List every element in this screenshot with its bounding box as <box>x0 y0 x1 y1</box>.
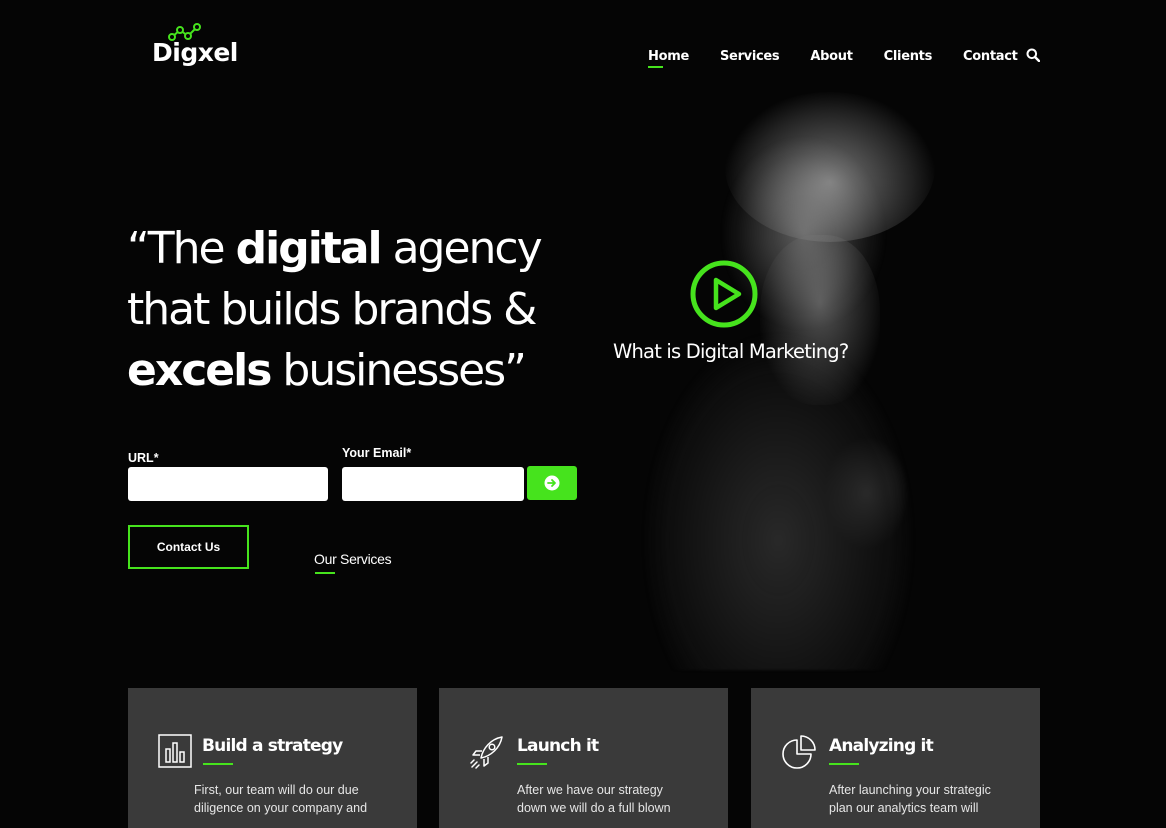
brand-logo[interactable]: Digxel <box>152 23 238 67</box>
card-text: After we have our strategy down we will … <box>517 783 671 815</box>
headline-line3: excels businesses” <box>127 345 527 396</box>
headline-line2: that builds brands & <box>127 284 537 335</box>
nav-clients[interactable]: Clients <box>884 49 933 64</box>
bar-chart-icon <box>158 734 192 768</box>
url-input[interactable] <box>128 467 328 501</box>
card-text: First, our team will do our due diligenc… <box>194 783 368 815</box>
hero-headline: “The digital agency that builds brands &… <box>127 218 587 401</box>
nav-services[interactable]: Services <box>720 49 780 64</box>
headline-line1: “The digital agency <box>127 223 543 274</box>
card-title: Launch it <box>517 736 599 756</box>
feature-card-launch: Launch it After we have our strategy dow… <box>439 688 728 828</box>
rocket-icon <box>470 736 503 769</box>
video-caption[interactable]: What is Digital Marketing? <box>613 340 849 363</box>
url-label: URL* <box>128 451 159 465</box>
main-nav: Home Services About Clients Contact <box>648 49 1018 68</box>
search-icon[interactable] <box>1026 48 1040 62</box>
nav-contact[interactable]: Contact <box>963 49 1018 64</box>
feature-card-analyzing: Analyzing it After launching your strate… <box>751 688 1040 828</box>
card-underline <box>829 763 859 765</box>
card-underline <box>517 763 547 765</box>
nav-home[interactable]: Home <box>648 49 689 68</box>
logo-text: Digxel <box>152 38 238 67</box>
arrow-right-circle-icon <box>544 475 560 491</box>
email-label: Your Email* <box>342 446 412 460</box>
play-circle-icon[interactable] <box>689 259 759 329</box>
card-title: Build a strategy <box>202 736 343 756</box>
card-title: Analyzing it <box>829 736 934 756</box>
submit-button[interactable] <box>527 466 577 500</box>
services-underline <box>315 572 335 574</box>
contact-us-button[interactable]: Contact Us <box>128 525 249 569</box>
card-underline <box>203 763 233 765</box>
pie-chart-icon <box>782 735 816 769</box>
feature-card-strategy: Build a strategy First, our team will do… <box>128 688 417 828</box>
nav-about[interactable]: About <box>810 49 853 64</box>
card-text: After launching your strategic plan our … <box>829 783 991 815</box>
hero-portrait-hair <box>725 92 935 242</box>
email-input[interactable] <box>342 467 524 501</box>
our-services-link[interactable]: Our Services <box>314 551 392 567</box>
hero-portrait-beard <box>760 235 880 405</box>
